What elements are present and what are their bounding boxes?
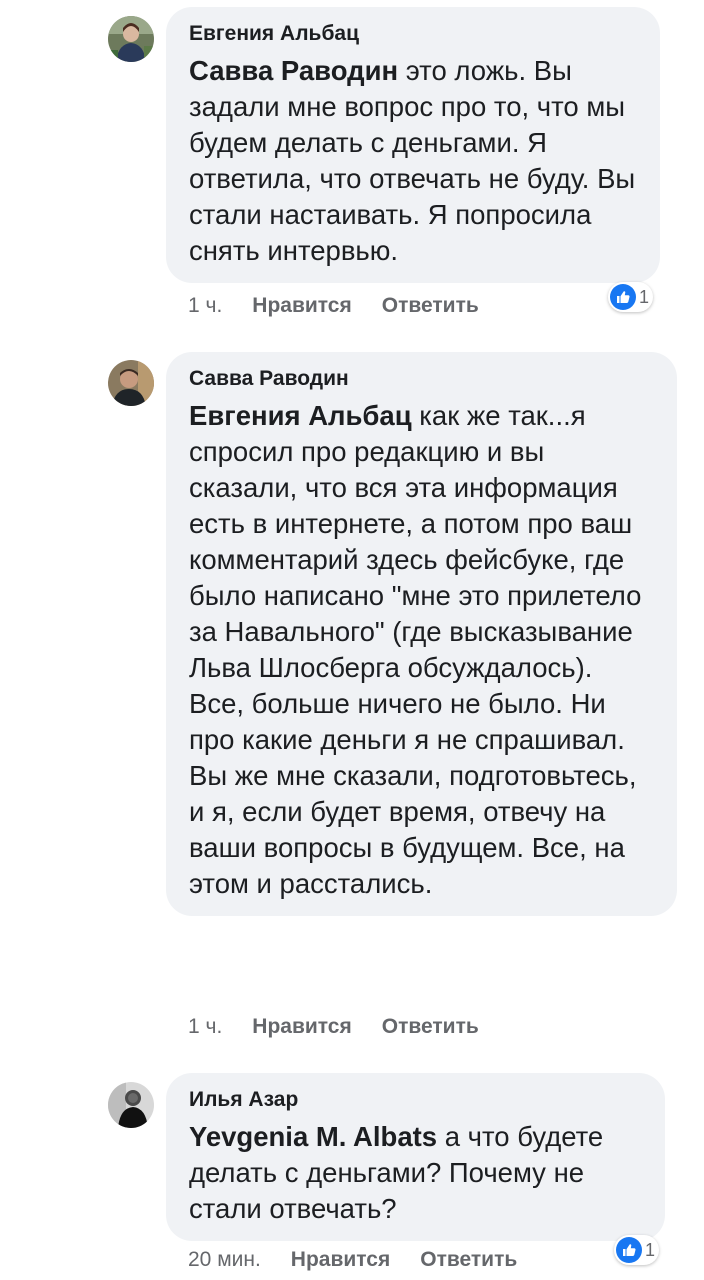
comment-actions: 20 мин. Нравится Ответить <box>188 1247 517 1273</box>
comment-body: это ложь. Вы задали мне вопрос про то, ч… <box>189 55 636 266</box>
avatar[interactable] <box>108 1082 154 1128</box>
comment-bubble: Евгения Альбац Савва Раводин это ложь. В… <box>166 7 660 283</box>
comment-text: Савва Раводин это ложь. Вы задали мне во… <box>189 53 638 269</box>
comment-timestamp[interactable]: 1 ч. <box>188 294 222 317</box>
like-button[interactable]: Нравится <box>252 1015 351 1038</box>
reaction-count: 1 <box>645 1240 656 1260</box>
reaction-badge[interactable]: 1 <box>608 282 654 312</box>
comment-author[interactable]: Евгения Альбац <box>189 21 638 47</box>
avatar-photo <box>108 360 154 406</box>
comment-author[interactable]: Савва Раводин <box>189 366 655 392</box>
reaction-badge[interactable]: 1 <box>614 1235 660 1265</box>
like-button[interactable]: Нравится <box>291 1248 390 1271</box>
comment-actions: 1 ч. Нравится Ответить <box>188 293 479 319</box>
avatar[interactable] <box>108 16 154 62</box>
reaction-count: 1 <box>639 287 650 307</box>
comment-author[interactable]: Илья Азар <box>189 1087 643 1113</box>
comment-text: Yevgenia M. Albats а что будете делать с… <box>189 1119 643 1227</box>
avatar-photo <box>108 16 154 62</box>
like-button[interactable]: Нравится <box>252 294 351 317</box>
comment-bubble: Илья Азар Yevgenia M. Albats а что будет… <box>166 1073 665 1241</box>
avatar[interactable] <box>108 360 154 406</box>
reply-button[interactable]: Ответить <box>382 1015 479 1038</box>
comment-bubble: Савва Раводин Евгения Альбац как же так.… <box>166 352 677 916</box>
comment-body: как же так...я спросил про редакцию и вы… <box>189 400 642 899</box>
reply-button[interactable]: Ответить <box>382 294 479 317</box>
comment-timestamp[interactable]: 1 ч. <box>188 1015 222 1038</box>
comment-actions: 1 ч. Нравится Ответить <box>188 1014 479 1040</box>
mention-link[interactable]: Евгения Альбац <box>189 400 412 431</box>
mention-link[interactable]: Yevgenia M. Albats <box>189 1121 437 1152</box>
mention-link[interactable]: Савва Раводин <box>189 55 398 86</box>
thumbs-up-icon <box>610 284 636 310</box>
thumbs-up-icon <box>616 1237 642 1263</box>
comment-text: Евгения Альбац как же так...я спросил пр… <box>189 398 655 902</box>
reply-button[interactable]: Ответить <box>420 1248 517 1271</box>
avatar-photo <box>108 1082 154 1128</box>
comment-timestamp[interactable]: 20 мин. <box>188 1248 261 1271</box>
